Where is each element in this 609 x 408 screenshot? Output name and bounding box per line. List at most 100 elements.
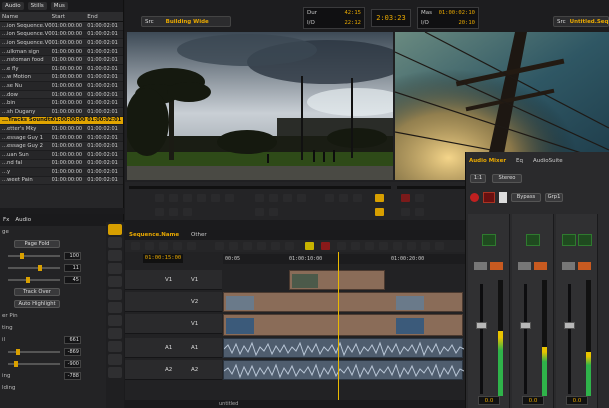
auto-highlight-dropdown[interactable]: Auto Highlight <box>14 300 60 308</box>
clear-marks-button[interactable] <box>255 208 264 216</box>
stop-button[interactable] <box>339 194 348 202</box>
go-to-in-button[interactable] <box>155 208 164 216</box>
timeline-tool[interactable] <box>243 242 252 250</box>
top-button[interactable] <box>375 208 384 216</box>
tab-sequence[interactable]: Sequence.Name <box>129 232 179 238</box>
sync-button[interactable] <box>415 208 424 216</box>
tool-button[interactable] <box>108 341 122 352</box>
timeline-tool[interactable] <box>229 242 238 250</box>
track-over-dropdown[interactable]: Track Over <box>14 288 60 296</box>
page-fold-dropdown[interactable]: Page Fold <box>14 240 60 248</box>
bin-row[interactable]: ...uan Sun 01:00:00:00 01:00:02:01 <box>0 151 123 160</box>
timeline-tool[interactable] <box>215 242 224 250</box>
step-forward-button[interactable] <box>197 194 206 202</box>
track-header-a1[interactable]: A1 A1 <box>125 338 222 358</box>
rewind-button[interactable] <box>155 194 164 202</box>
timeline-ruler[interactable]: 00:05 01:00:10:00 01:00:20:00 <box>223 254 465 264</box>
tool-button[interactable] <box>108 328 122 339</box>
bin-row[interactable]: ...nstoman food 01:00:00:00 01:00:02:01 <box>0 56 123 65</box>
effect-value[interactable]: 661 <box>64 336 81 344</box>
video-clip[interactable] <box>223 292 463 312</box>
timeline-tool[interactable] <box>421 242 430 250</box>
tab-other[interactable]: Other <box>191 232 207 238</box>
timeline-tool[interactable] <box>351 242 360 250</box>
video-clip[interactable] <box>223 314 463 336</box>
bin-row[interactable]: ...essage Guy 1 01:00:00:00 01:00:02:01 <box>0 134 123 143</box>
timeline-tool[interactable] <box>337 242 346 250</box>
effect-value[interactable]: 11 <box>64 264 81 272</box>
bottom-button[interactable] <box>401 208 410 216</box>
tool-button[interactable] <box>108 354 122 365</box>
track-header-v2[interactable]: V2 <box>125 292 222 312</box>
solo-button[interactable] <box>578 262 591 270</box>
effect-value[interactable]: -900 <box>64 360 81 368</box>
timeline-tool[interactable] <box>393 242 402 250</box>
bin-tab-stills[interactable]: Stills <box>27 2 47 10</box>
timeline-tool[interactable] <box>187 242 196 250</box>
column-start[interactable]: Start <box>52 14 88 20</box>
channel-level[interactable]: 0.0 <box>566 396 588 405</box>
effect-value[interactable]: -869 <box>64 348 81 356</box>
column-end[interactable]: End <box>87 14 123 20</box>
timeline-tool[interactable] <box>365 242 374 250</box>
bin-row[interactable]: ...Tracks Soundtrack01:00:00:0001:00:02:… <box>0 116 123 126</box>
track-header-v1[interactable]: V1 <box>125 314 222 334</box>
solo-button[interactable] <box>534 262 547 270</box>
bin-row[interactable]: ...e fly 01:00:00:00 01:00:02:01 <box>0 65 123 74</box>
source-viewer[interactable] <box>127 32 393 180</box>
effect-slider[interactable] <box>8 265 60 271</box>
tool-button[interactable] <box>108 250 122 261</box>
track-header-v3[interactable]: V1 V1 <box>125 270 222 290</box>
volume-fader[interactable] <box>520 322 531 329</box>
splice-button[interactable] <box>255 194 264 202</box>
step-back-button[interactable] <box>169 194 178 202</box>
mute-button[interactable] <box>474 262 487 270</box>
record-button[interactable] <box>401 194 410 202</box>
timeline-tool[interactable] <box>271 242 280 250</box>
effect-slider[interactable] <box>8 361 60 367</box>
channel-solo-indicator[interactable] <box>482 234 496 246</box>
extract-button[interactable] <box>297 194 306 202</box>
bin-row[interactable]: ...se Nu 01:00:00:00 01:00:02:01 <box>0 82 123 91</box>
bin-row[interactable]: ...nd fal 01:00:00:00 01:00:02:01 <box>0 159 123 169</box>
bin-row[interactable]: ...weet Pain 01:00:00:00 01:00:02:01 <box>0 176 123 186</box>
trim-button[interactable] <box>415 194 424 202</box>
record-sequence-dropdown[interactable]: Src Untitled.Seq <box>553 16 609 27</box>
mark-in-button[interactable] <box>211 194 220 202</box>
timeline-tool[interactable] <box>173 242 182 250</box>
bin-row[interactable]: ...w Motion 01:00:00:00 01:00:02:01 <box>0 73 123 83</box>
go-to-out-button[interactable] <box>169 208 178 216</box>
tool-button[interactable] <box>108 289 122 300</box>
effect-value[interactable]: -788 <box>64 372 81 380</box>
match-frame-button[interactable] <box>183 208 192 216</box>
solo-button[interactable] <box>483 191 495 203</box>
bin-row[interactable]: ...sh Dugany 01:00:00:00 01:00:02:01 <box>0 107 123 117</box>
bin-row[interactable]: ...ion Sequence.V0.1 01:00:00:00 01:00:02:… <box>0 39 123 48</box>
tool-button[interactable] <box>108 276 122 287</box>
tab-eq[interactable]: Eq <box>516 158 523 164</box>
channel-level[interactable]: 0.0 <box>522 396 544 405</box>
add-edit-button[interactable] <box>375 194 384 202</box>
track-header-a2[interactable]: A2 A2 <box>125 360 222 380</box>
fast-forward-button[interactable] <box>353 194 362 202</box>
channel-solo-indicator[interactable] <box>578 234 592 246</box>
bin-row[interactable]: ...essage Guy 2 01:00:00:00 01:00:02:01 <box>0 142 123 151</box>
bin-row[interactable]: ...ulkman sign 01:00:00:00 01:00:02:01 <box>0 48 123 57</box>
bin-row[interactable]: ...y 01:00:00:00 01:00:02:01 <box>0 168 123 177</box>
channel-level[interactable]: 0.0 <box>478 396 500 405</box>
pan-mode-dropdown[interactable]: Stereo <box>492 173 522 183</box>
tab-audio-mixer[interactable]: Audio Mixer <box>469 158 506 164</box>
tool-button[interactable] <box>108 367 122 378</box>
bypass-button[interactable]: Bypass <box>511 192 541 202</box>
source-position-bar[interactable] <box>129 186 391 189</box>
play-button[interactable] <box>183 194 192 202</box>
bin-row[interactable]: ...dow 01:00:00:00 01:00:02:01 <box>0 90 123 100</box>
effect-slider[interactable] <box>8 253 60 259</box>
mute-button[interactable] <box>562 262 575 270</box>
tool-button[interactable] <box>108 237 122 248</box>
column-name[interactable]: Name <box>0 14 52 20</box>
record-marker-button[interactable] <box>321 242 330 250</box>
mark-clip-button[interactable] <box>269 208 278 216</box>
record-arm-icon[interactable] <box>470 192 479 202</box>
timeline-tool[interactable] <box>379 242 388 250</box>
